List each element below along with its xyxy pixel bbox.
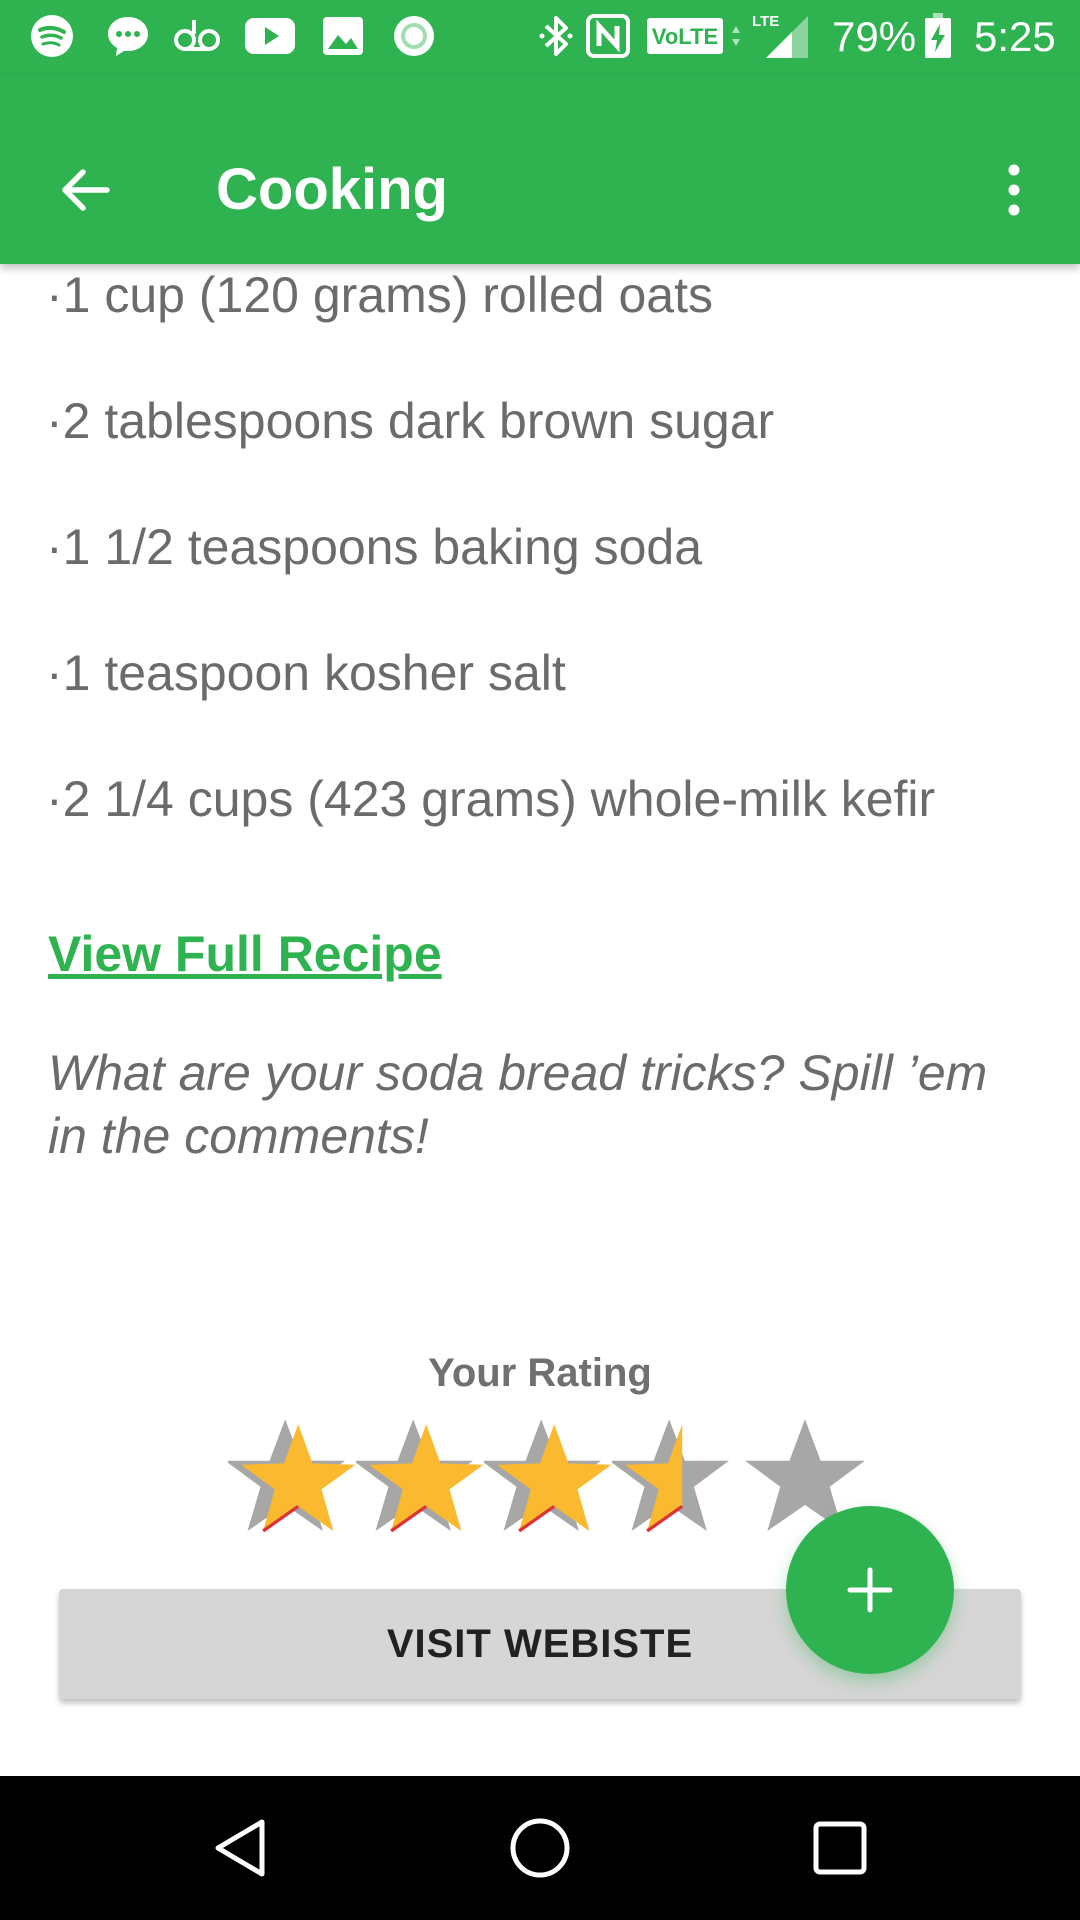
svg-text:VoLTE: VoLTE <box>652 24 718 49</box>
star-icon-filled[interactable] <box>228 1414 358 1544</box>
recents-square-icon <box>813 1821 867 1875</box>
data-activity-icon <box>730 14 742 58</box>
rating-label: Your Rating <box>428 1351 652 1395</box>
nav-recents-button[interactable] <box>790 1798 890 1898</box>
battery-charging-icon <box>922 13 954 58</box>
overflow-menu-button[interactable] <box>984 145 1044 235</box>
page-title: Cooking <box>216 157 448 222</box>
gallery-icon <box>320 14 366 58</box>
nfc-icon <box>584 14 632 58</box>
ingredient-item: ·1 cup (120 grams) rolled oats <box>46 267 713 323</box>
ingredient-item: ·2 tablespoons dark brown sugar <box>46 393 775 449</box>
app-bar: Cooking <box>0 75 1080 264</box>
messenger-icon <box>104 14 152 58</box>
plus-icon <box>847 1567 893 1613</box>
add-fab-button[interactable] <box>786 1506 954 1674</box>
youtube-icon <box>244 14 296 58</box>
ingredient-item: ·1 1/2 teaspoons baking soda <box>46 519 703 575</box>
status-bar: VoLTE LTE 79% 5:25 <box>0 0 1080 75</box>
signal-icon: LTE <box>752 13 810 58</box>
view-full-recipe-link[interactable]: View Full Recipe <box>48 919 442 989</box>
svg-text:LTE: LTE <box>752 13 779 30</box>
back-triangle-icon <box>215 1819 265 1877</box>
ingredient-list: ·1 cup (120 grams) rolled oats ·2 tables… <box>46 264 1046 862</box>
nav-back-button[interactable] <box>190 1798 290 1898</box>
more-vert-icon <box>1008 164 1020 216</box>
bluetooth-icon <box>534 14 578 58</box>
voicemail-icon <box>172 14 222 58</box>
volte-icon: VoLTE <box>646 14 724 58</box>
nav-home-button[interactable] <box>490 1798 590 1898</box>
comments-prompt: What are your soda bread tricks? Spill ’… <box>48 1045 988 1164</box>
clock: 5:25 <box>974 13 1056 60</box>
star-rating[interactable] <box>228 1414 868 1554</box>
system-nav-bar <box>0 1776 1080 1920</box>
ingredient-item: ·2 1/4 cups (423 grams) whole-milk kefir <box>46 771 936 827</box>
arrow-back-icon <box>62 169 110 211</box>
star-icon-half[interactable] <box>612 1414 742 1544</box>
record-icon <box>390 14 438 58</box>
star-icon-filled[interactable] <box>484 1414 614 1544</box>
battery-percent: 79% <box>832 13 917 60</box>
ingredient-item: ·1 teaspoon kosher salt <box>46 645 566 701</box>
spotify-icon <box>28 14 76 58</box>
back-button[interactable] <box>40 145 130 235</box>
star-icon-filled[interactable] <box>356 1414 486 1544</box>
home-circle-icon <box>510 1818 570 1878</box>
